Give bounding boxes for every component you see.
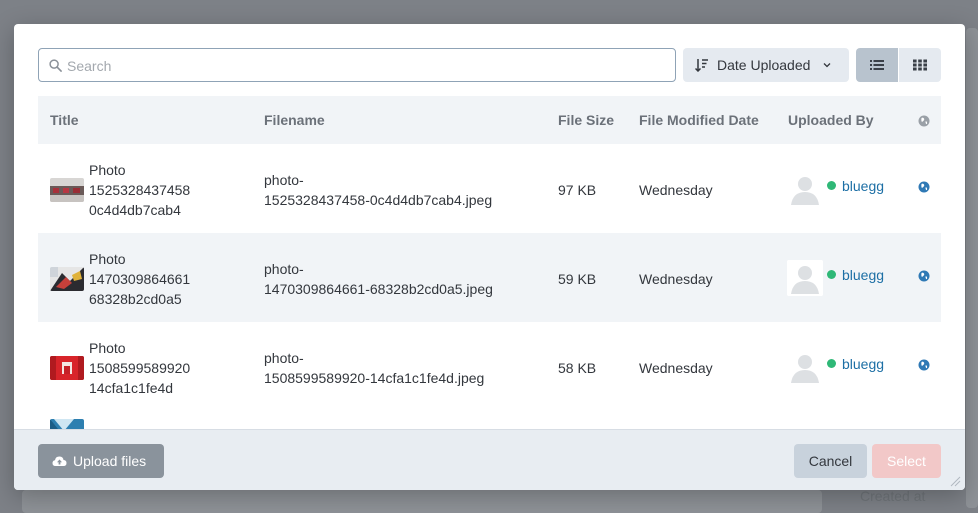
- sort-label: Date Uploaded: [717, 57, 811, 73]
- column-header-title[interactable]: Title: [50, 96, 79, 144]
- title-line: Photo: [89, 251, 126, 267]
- uploader-link[interactable]: bluegg: [842, 356, 884, 372]
- globe-icon: [918, 270, 930, 282]
- title-line: Photo: [89, 340, 126, 356]
- grid-view-icon: [913, 59, 927, 71]
- thumbnail-image: [50, 267, 84, 291]
- search-icon: [49, 59, 62, 72]
- user-avatar-icon: [787, 349, 823, 385]
- file-picker-modal: Date Uploaded Title Filename File Size: [14, 24, 965, 490]
- user-avatar-icon: [787, 260, 823, 296]
- row-filename: photo- 1508599589920-14cfa1c1fe4d.jpeg: [264, 348, 484, 388]
- table-row[interactable]: Photo 1470309864661 68328b2cd0a5 photo- …: [38, 233, 941, 322]
- list-view-button[interactable]: [856, 48, 898, 82]
- background-panel-left: [22, 490, 822, 513]
- background-created-label: Created at: [860, 488, 926, 504]
- title-line: Photo: [89, 162, 126, 178]
- column-header-uploaded-by[interactable]: Uploaded By: [788, 96, 874, 144]
- globe-icon: [918, 115, 930, 127]
- list-view-icon: [870, 60, 884, 70]
- select-button: Select: [872, 444, 941, 478]
- sort-dropdown-button[interactable]: Date Uploaded: [683, 48, 849, 82]
- title-line: 14cfa1c1fe4d: [89, 380, 174, 396]
- row-file-size: 59 KB: [558, 271, 597, 287]
- filename-line: photo-: [264, 261, 304, 277]
- filename-line: 1525328437458-0c4d4db7cab4.jpeg: [264, 192, 493, 208]
- row-file-size: 58 KB: [558, 360, 597, 376]
- chevron-down-icon: [823, 63, 831, 68]
- online-status-dot: [827, 270, 836, 279]
- modal-footer: Upload files Cancel Select: [14, 429, 965, 490]
- cloud-upload-icon: [52, 456, 67, 466]
- filename-line: photo-: [264, 350, 304, 366]
- table-header: Title Filename File Size File Modified D…: [38, 96, 941, 144]
- row-modified-date: Wednesday: [639, 360, 713, 376]
- table-row[interactable]: Photo 1525328437458 0c4d4db7cab4 photo- …: [38, 144, 941, 233]
- globe-icon: [918, 181, 930, 193]
- title-line: 1470309864661: [89, 271, 191, 287]
- globe-icon: [918, 359, 930, 371]
- filename-line: 1470309864661-68328b2cd0a5.jpeg: [264, 281, 493, 297]
- upload-files-button[interactable]: Upload files: [38, 444, 164, 478]
- uploader-link[interactable]: bluegg: [842, 267, 884, 283]
- row-filename: photo- 1525328437458-0c4d4db7cab4.jpeg: [264, 170, 492, 210]
- user-avatar-icon: [787, 171, 823, 207]
- thumbnail-image: [50, 178, 84, 202]
- row-filename: photo- 1470309864661-68328b2cd0a5.jpeg: [264, 259, 493, 299]
- table-row[interactable]: [38, 411, 941, 430]
- table-row[interactable]: Photo 1508599589920 14cfa1c1fe4d photo- …: [38, 322, 941, 411]
- title-line: 1508599589920: [89, 360, 191, 376]
- filename-line: 1508599589920-14cfa1c1fe4d.jpeg: [264, 370, 485, 386]
- title-line: 1525328437458: [89, 182, 191, 198]
- toolbar: Date Uploaded: [38, 48, 941, 82]
- upload-files-label: Upload files: [73, 453, 147, 469]
- resize-handle-icon[interactable]: [949, 475, 961, 487]
- grid-view-button[interactable]: [899, 48, 941, 82]
- uploader-link[interactable]: bluegg: [842, 178, 884, 194]
- column-header-filename[interactable]: Filename: [264, 96, 325, 144]
- row-modified-date: Wednesday: [639, 271, 713, 287]
- online-status-dot: [827, 359, 836, 368]
- row-file-size: 97 KB: [558, 182, 597, 198]
- background-panel-right: [966, 28, 978, 508]
- cancel-button[interactable]: Cancel: [794, 444, 867, 478]
- online-status-dot: [827, 181, 836, 190]
- column-header-modified-date[interactable]: File Modified Date: [639, 96, 759, 144]
- search-field[interactable]: [38, 48, 676, 82]
- search-input[interactable]: [65, 50, 669, 82]
- row-modified-date: Wednesday: [639, 182, 713, 198]
- row-title: Photo 1470309864661 68328b2cd0a5: [89, 249, 190, 309]
- row-title: Photo 1508599589920 14cfa1c1fe4d: [89, 338, 190, 398]
- title-line: 0c4d4db7cab4: [89, 202, 181, 218]
- files-table: Title Filename File Size File Modified D…: [38, 96, 941, 430]
- row-title: Photo 1525328437458 0c4d4db7cab4: [89, 160, 190, 220]
- title-line: 68328b2cd0a5: [89, 291, 182, 307]
- filename-line: photo-: [264, 172, 304, 188]
- thumbnail-image: [50, 356, 84, 380]
- column-header-file-size[interactable]: File Size: [558, 96, 614, 144]
- sort-icon: [695, 59, 708, 72]
